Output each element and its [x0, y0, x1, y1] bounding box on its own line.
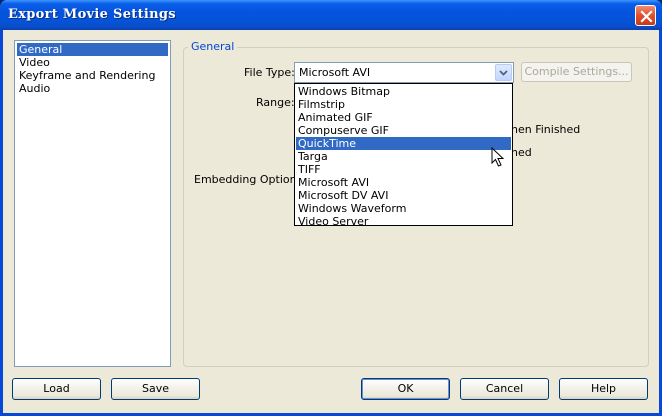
dropdown-option-animated-gif[interactable]: Animated GIF: [296, 111, 511, 124]
title-bar[interactable]: Export Movie Settings: [0, 0, 662, 30]
category-list[interactable]: General Video Keyframe and Rendering Aud…: [14, 40, 171, 367]
general-group-label: General: [188, 40, 238, 53]
window-title: Export Movie Settings: [8, 7, 176, 22]
sidebar-item-audio[interactable]: Audio: [17, 82, 52, 95]
dropdown-option-compuserve-gif[interactable]: Compuserve GIF: [296, 124, 511, 137]
dropdown-option-video-server[interactable]: Video Server: [296, 215, 511, 228]
dropdown-option-targa[interactable]: Targa: [296, 150, 511, 163]
file-type-dropdown-button[interactable]: [495, 64, 512, 81]
partial-option-text: ned: [511, 146, 532, 159]
load-button[interactable]: Load: [12, 378, 101, 400]
sidebar-item-video[interactable]: Video: [17, 56, 52, 69]
sidebar-item-keyframe-and-rendering[interactable]: Keyframe and Rendering: [17, 69, 157, 82]
file-type-label: File Type:: [244, 66, 295, 79]
save-button[interactable]: Save: [111, 378, 200, 400]
embedding-options-label: Embedding Options:: [194, 173, 307, 186]
sidebar-item-general[interactable]: General: [17, 43, 168, 56]
mouse-pointer-icon: [491, 147, 505, 167]
range-label: Range:: [256, 96, 295, 109]
close-button[interactable]: [635, 5, 656, 26]
dropdown-option-quicktime[interactable]: QuickTime: [296, 137, 511, 150]
compile-settings-button[interactable]: Compile Settings...: [521, 62, 632, 82]
dropdown-option-windows-bitmap[interactable]: Windows Bitmap: [296, 85, 511, 98]
chevron-down-icon: [499, 70, 508, 76]
file-type-dropdown-list[interactable]: Windows Bitmap Filmstrip Animated GIF Co…: [294, 83, 513, 228]
ok-button[interactable]: OK: [361, 378, 450, 400]
dropdown-option-windows-waveform[interactable]: Windows Waveform: [296, 202, 511, 215]
cancel-button[interactable]: Cancel: [460, 378, 549, 400]
dropdown-option-tiff[interactable]: TIFF: [296, 163, 511, 176]
when-finished-text: nen Finished: [511, 123, 581, 136]
help-button[interactable]: Help: [559, 378, 648, 400]
dropdown-option-microsoft-dv-avi[interactable]: Microsoft DV AVI: [296, 189, 511, 202]
dropdown-option-filmstrip[interactable]: Filmstrip: [296, 98, 511, 111]
close-icon: [640, 10, 653, 23]
file-type-combobox[interactable]: Microsoft AVI: [294, 62, 514, 83]
dropdown-option-microsoft-avi[interactable]: Microsoft AVI: [296, 176, 511, 189]
file-type-value: Microsoft AVI: [299, 66, 371, 79]
